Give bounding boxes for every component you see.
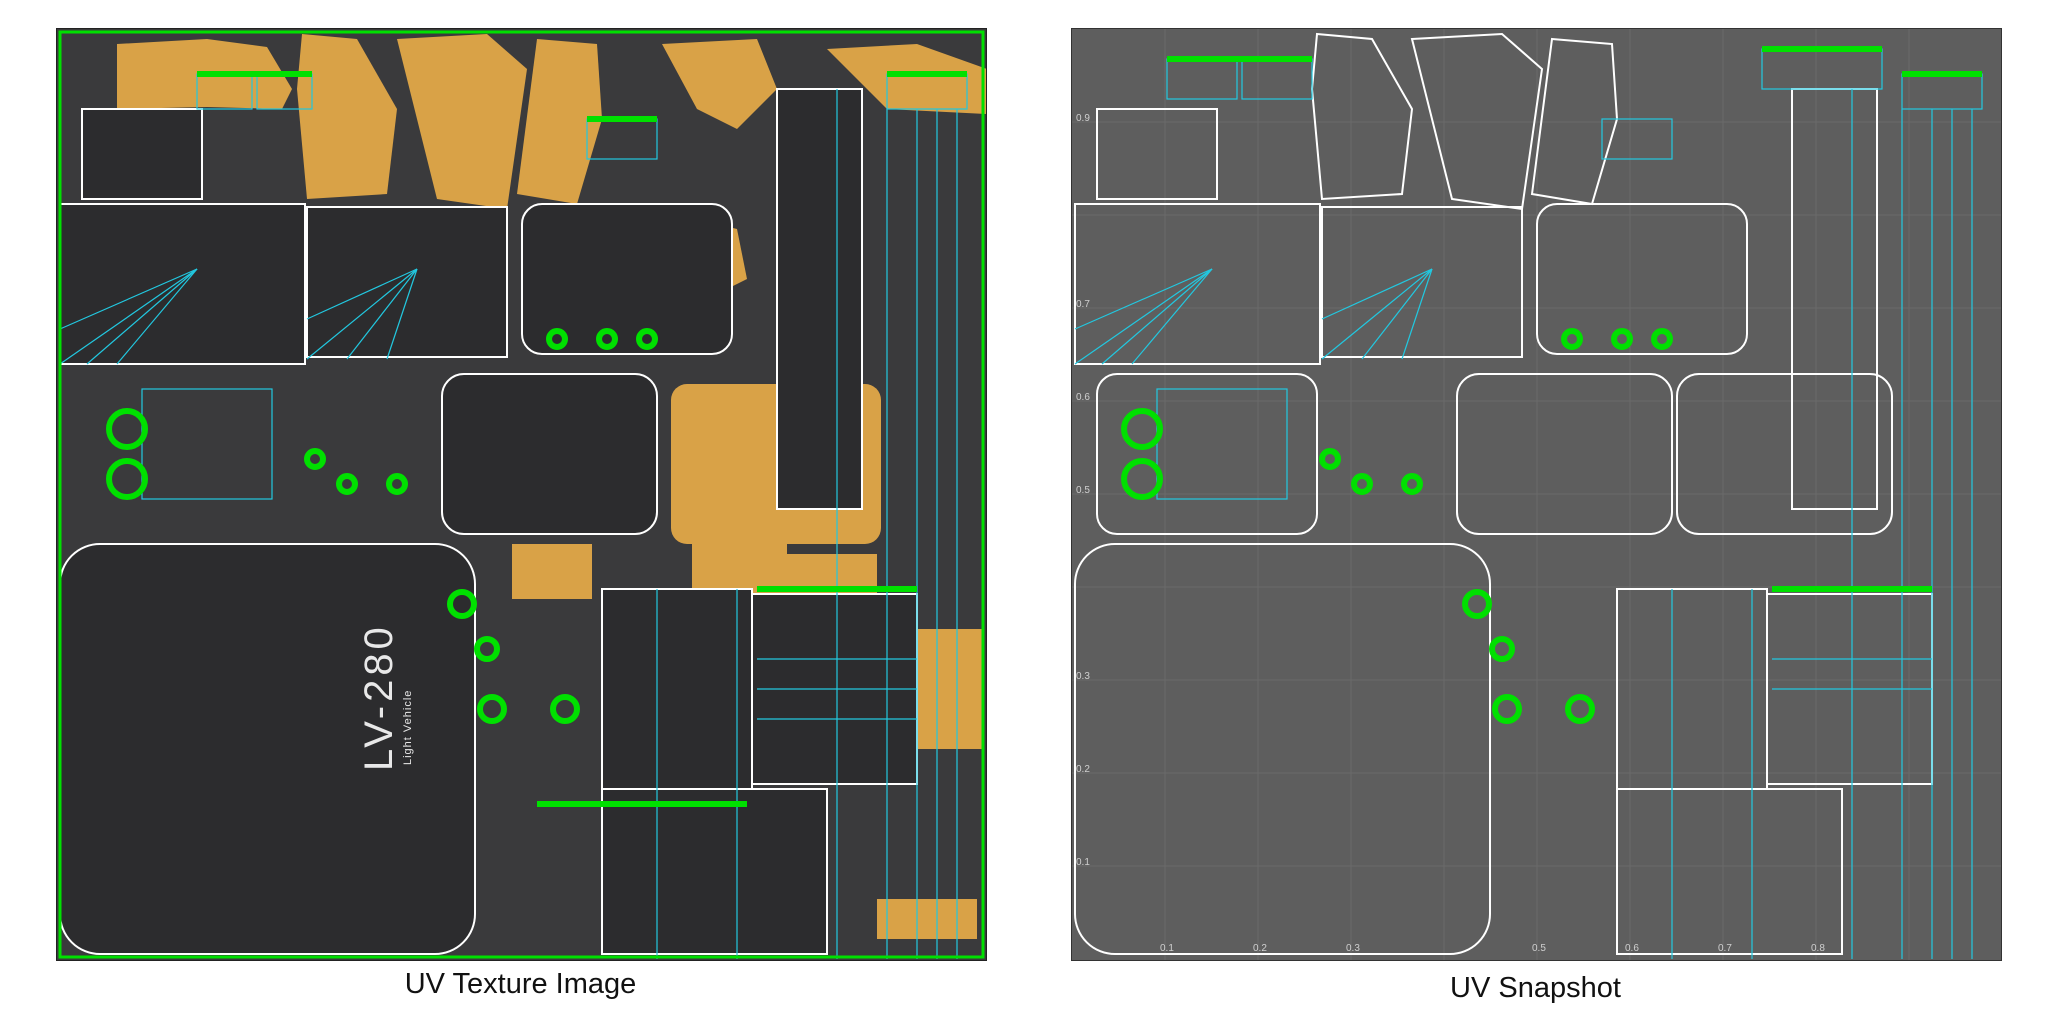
u-tick: 0.2 <box>1253 943 1267 954</box>
u-tick: 0.3 <box>1346 943 1360 954</box>
v-tick: 0.2 <box>1076 764 1090 775</box>
left-caption: UV Texture Image <box>404 968 637 1000</box>
uv-texture-canvas <box>58 30 986 959</box>
snapshot-grid <box>1072 29 2001 960</box>
uv-snapshot-panel: 0.9 0.7 0.6 0.5 0.3 0.2 0.1 0.1 0.2 0.3 … <box>1071 28 2002 961</box>
u-tick: 0.6 <box>1625 943 1639 954</box>
uv-texture-image-panel: LV-280 Light Vehicle <box>56 28 987 961</box>
snapshot-seams <box>1121 46 1982 724</box>
u-tick: 0.1 <box>1160 943 1174 954</box>
right-caption: UV Snapshot <box>1450 972 1621 1004</box>
u-tick: 0.5 <box>1532 943 1546 954</box>
snapshot-wires <box>1074 48 1983 959</box>
decal-sub-text: Light Vehicle <box>402 689 414 765</box>
decal-main-text: LV-280 <box>357 623 401 771</box>
v-tick: 0.6 <box>1076 392 1090 403</box>
v-tick: 0.7 <box>1076 299 1090 310</box>
u-tick: 0.7 <box>1718 943 1732 954</box>
v-tick: 0.9 <box>1076 113 1090 124</box>
uv-snapshot-canvas <box>1072 29 2001 960</box>
u-tick: 0.8 <box>1811 943 1825 954</box>
vehicle-decal: LV-280 Light Vehicle <box>357 623 414 771</box>
v-tick: 0.3 <box>1076 671 1090 682</box>
v-tick: 0.1 <box>1076 857 1090 868</box>
v-tick: 0.5 <box>1076 485 1090 496</box>
